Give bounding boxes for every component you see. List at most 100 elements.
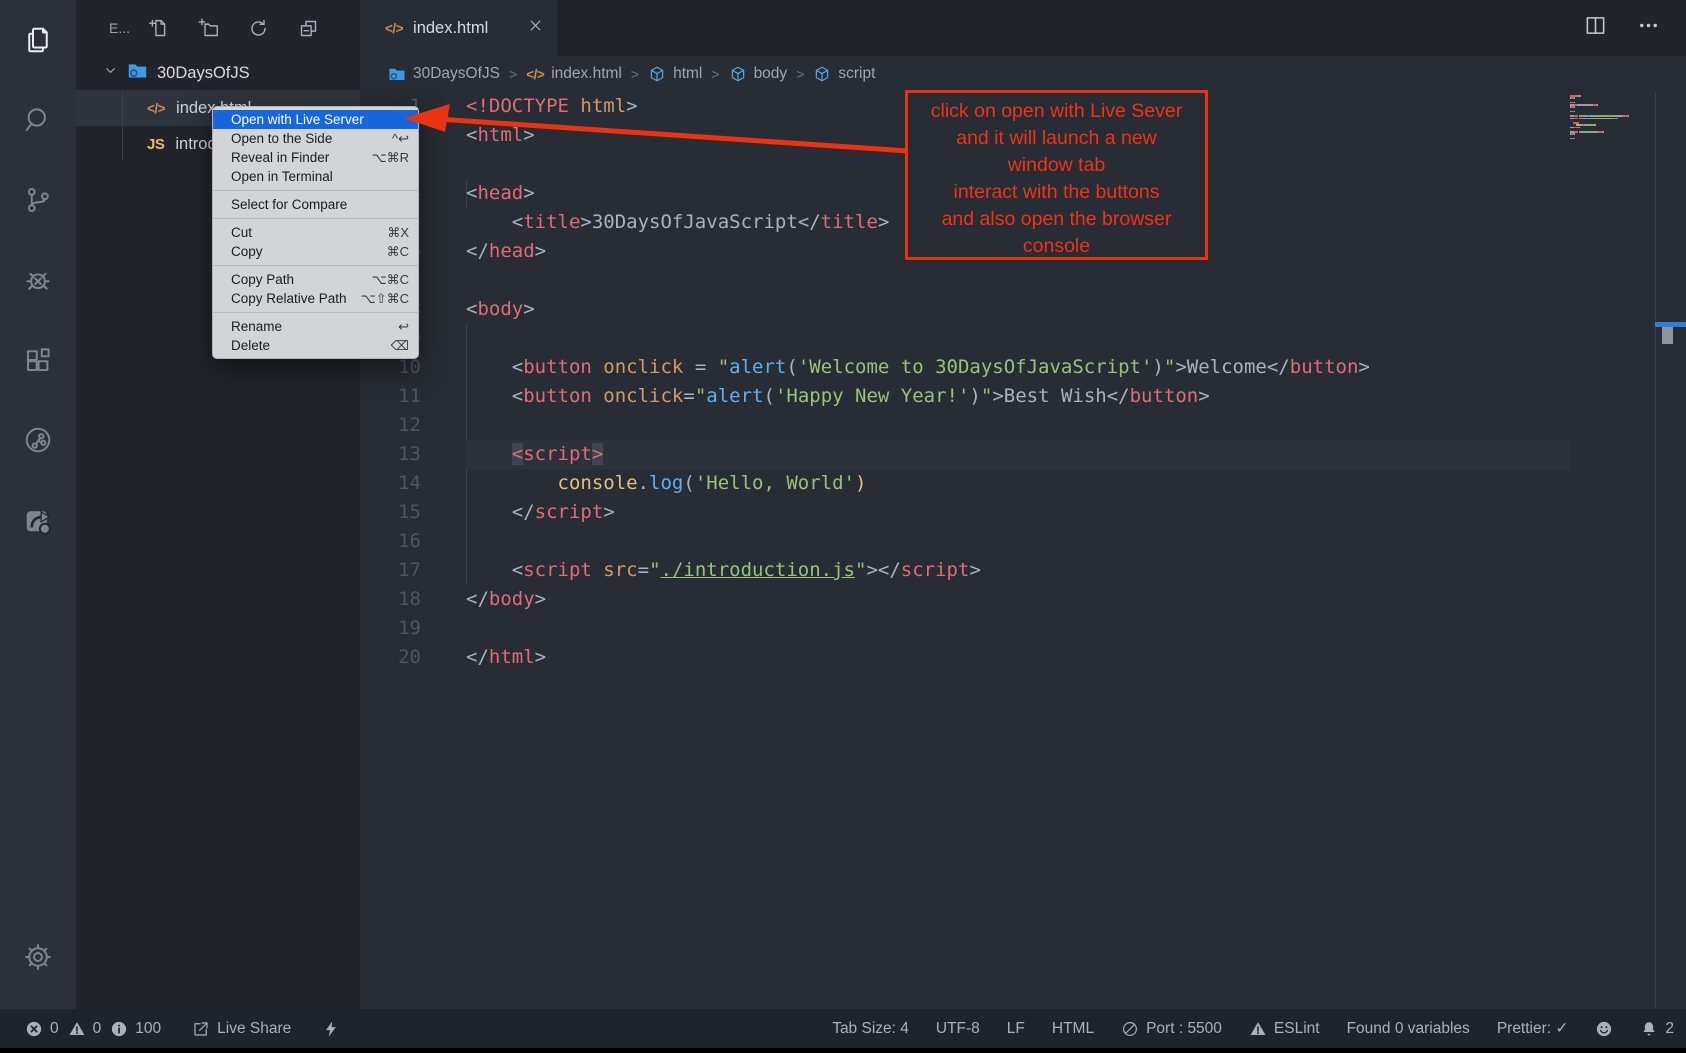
menu-separator	[213, 190, 418, 191]
breadcrumb-item-30DaysOfJS[interactable]: 30DaysOfJS	[388, 65, 500, 83]
menu-item-open-with-live-server[interactable]: Open with Live Server	[213, 110, 418, 129]
status-html[interactable]: HTML	[1052, 1020, 1094, 1038]
breadcrumb-item-index.html[interactable]: </>index.html	[526, 65, 622, 83]
status-smiley-icon[interactable]	[1595, 1020, 1613, 1038]
status-lightning-icon[interactable]	[322, 1020, 340, 1038]
code-line-16	[360, 527, 1686, 556]
settings-gear-icon	[23, 942, 53, 972]
activity-debug-button[interactable]	[0, 240, 76, 320]
menu-item-open-in-terminal[interactable]: Open in Terminal	[213, 167, 418, 186]
smiley-icon	[1595, 1020, 1613, 1038]
menu-item-select-for-compare[interactable]: Select for Compare	[213, 195, 418, 214]
code-line-9	[360, 324, 1686, 353]
collapse-all-icon[interactable]	[298, 18, 319, 39]
activity-source-control-button[interactable]	[0, 160, 76, 240]
code-line-18: </body>	[360, 585, 1686, 614]
port-icon	[1121, 1020, 1139, 1038]
status-tab-size-4[interactable]: Tab Size: 4	[832, 1020, 909, 1038]
annotation-line: window tab	[908, 152, 1205, 179]
share-arrow-icon	[23, 505, 53, 535]
menu-item-reveal-in-finder[interactable]: Reveal in Finder⌥⌘R	[213, 148, 418, 167]
folder-icon	[127, 60, 148, 86]
activity-live-share-session-button[interactable]	[0, 400, 76, 480]
folder-blue-icon	[388, 65, 406, 83]
new-file-icon[interactable]	[148, 18, 169, 39]
refresh-icon[interactable]	[248, 18, 269, 39]
menu-separator	[213, 265, 418, 266]
more-actions-icon[interactable]	[1637, 14, 1660, 42]
menu-item-copy[interactable]: Copy⌘C	[213, 242, 418, 261]
tab-bar: </> index.html	[360, 0, 1686, 56]
scrollbar-thumb[interactable]	[1662, 327, 1673, 344]
workspace-name: 30DaysOfJS	[157, 64, 250, 83]
split-editor-icon[interactable]	[1584, 14, 1607, 42]
code-line-15: </script>	[360, 498, 1686, 527]
code-line-17: <script src="./introduction.js"></script…	[360, 556, 1686, 585]
menu-item-rename[interactable]: Rename↩	[213, 317, 418, 336]
status-live-share[interactable]: Live Share	[192, 1020, 291, 1038]
code-line-20: </html>	[360, 643, 1686, 672]
warning-icon	[1249, 1020, 1267, 1038]
explorer-icon	[23, 25, 53, 55]
menu-item-copy-path[interactable]: Copy Path⌥⌘C	[213, 270, 418, 289]
warning-icon	[68, 1020, 86, 1038]
info-icon	[110, 1020, 128, 1038]
annotation-line: and it will launch a new	[908, 125, 1205, 152]
menu-item-delete[interactable]: Delete⌫	[213, 336, 418, 355]
annotation-line: click on open with Live Sever	[908, 98, 1205, 125]
status-0[interactable]: 0	[68, 1020, 102, 1038]
symbol-cube-icon	[813, 65, 831, 83]
breadcrumb: 30DaysOfJS></>index.html>html>body>scrip…	[360, 56, 1686, 92]
chevron-down-icon[interactable]	[103, 63, 118, 83]
status-lf[interactable]: LF	[1007, 1020, 1025, 1038]
menu-item-copy-relative-path[interactable]: Copy Relative Path⌥⇧⌘C	[213, 289, 418, 308]
activity-extensions-button[interactable]	[0, 320, 76, 400]
status-0[interactable]: 0	[25, 1020, 59, 1038]
status-100[interactable]: 100	[110, 1020, 161, 1038]
breadcrumb-item-html[interactable]: html	[648, 65, 702, 83]
extensions-icon	[23, 345, 53, 375]
close-icon[interactable]	[528, 18, 543, 38]
menu-item-cut[interactable]: Cut⌘X	[213, 223, 418, 242]
tab-label: index.html	[413, 19, 488, 38]
annotation-box: click on open with Live Severand it will…	[905, 90, 1208, 260]
status-utf-8[interactable]: UTF-8	[936, 1020, 980, 1038]
new-folder-icon[interactable]	[198, 18, 219, 39]
menu-item-open-to-the-side[interactable]: Open to the Side^↩	[213, 129, 418, 148]
status-port-5500[interactable]: Port : 5500	[1121, 1020, 1222, 1038]
code-line-8: <body>	[360, 295, 1686, 324]
code-line-13: <script>	[360, 440, 1686, 469]
status-2[interactable]: 2	[1640, 1020, 1674, 1038]
menu-separator	[213, 218, 418, 219]
context-menu: Open with Live Server Open to the Side^↩…	[212, 106, 419, 359]
status-found-0-variables[interactable]: Found 0 variables	[1347, 1020, 1470, 1038]
symbol-cube-icon	[648, 65, 666, 83]
chevron-right-icon: >	[796, 66, 804, 82]
bell-icon	[1640, 1020, 1658, 1038]
menu-separator	[213, 312, 418, 313]
code-line-11: <button onclick="alert('Happy New Year!'…	[360, 382, 1686, 411]
annotation-line: and also open the browser	[908, 206, 1205, 233]
code-file-icon: </>	[147, 101, 165, 116]
breadcrumb-item-script[interactable]: script	[813, 65, 875, 83]
activity-share-arrow-button[interactable]	[0, 480, 76, 560]
tab-index-html[interactable]: </> index.html	[360, 0, 557, 56]
workspace-row[interactable]: 30DaysOfJS	[76, 56, 360, 90]
activity-explorer-button[interactable]	[0, 0, 76, 80]
live-share-session-icon	[23, 425, 53, 455]
activity-search-button[interactable]	[0, 80, 76, 160]
status-bar: 0 0 100 Live Share Tab Size: 4 UTF-8 LF …	[0, 1009, 1686, 1048]
minimap[interactable]	[1570, 95, 1656, 140]
status-prettier-[interactable]: Prettier: ✓	[1497, 1019, 1569, 1038]
debug-icon	[23, 265, 53, 295]
manage-button[interactable]	[0, 917, 76, 997]
code-line-7	[360, 266, 1686, 295]
status-eslint[interactable]: ESLint	[1249, 1020, 1320, 1038]
breadcrumb-item-body[interactable]: body	[729, 65, 788, 83]
current-line-highlight	[466, 440, 1570, 469]
search-icon	[23, 105, 53, 135]
lightning-icon	[322, 1020, 340, 1038]
code-line-19	[360, 614, 1686, 643]
source-control-icon	[23, 185, 53, 215]
annotation-line: interact with the buttons	[908, 179, 1205, 206]
